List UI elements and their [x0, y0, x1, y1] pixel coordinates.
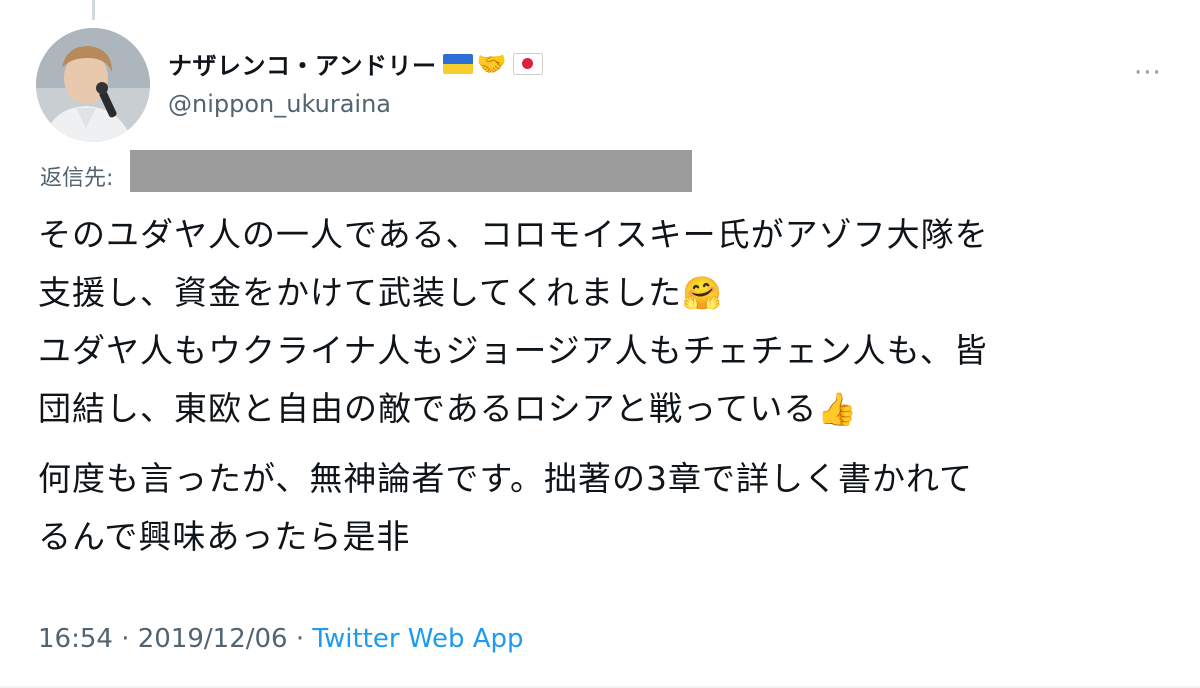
meta-separator: · [112, 624, 138, 654]
meta-separator-2: · [287, 624, 313, 654]
tweet-line-2: 支援し、資金をかけて武装してくれました🤗 [38, 264, 1178, 322]
tweet-line-5: 何度も言ったが、無神論者です。拙著の3章で詳しく書かれて [38, 459, 974, 498]
more-icon[interactable]: ··· [1134, 58, 1162, 88]
tweet-line-6: るんで興味あったら是非 [38, 517, 411, 556]
tweet-date[interactable]: 2019/12/06 [138, 624, 288, 654]
display-name-text: ナザレンコ・アンドリー [168, 52, 437, 80]
avatar-image [36, 28, 150, 142]
tweet-line-4: 団結し、東欧と自由の敵であるロシアと戦っている👍 [38, 380, 1178, 438]
hug-emoji-icon: 🤗 [682, 274, 723, 312]
tweet-line-1: そのユダヤ人の一人である、コロモイスキー氏がアゾフ大隊を [38, 215, 989, 254]
display-name[interactable]: ナザレンコ・アンドリー 🤝 [168, 46, 543, 81]
redacted-reply-target [130, 150, 692, 192]
tweet-line-3: ユダヤ人もウクライナ人もジョージア人もチェチェン人も、皆 [38, 331, 988, 370]
tweet-source-link[interactable]: Twitter Web App [312, 624, 523, 654]
tweet-body: そのユダヤ人の一人である、コロモイスキー氏がアゾフ大隊を 支援し、資金をかけて武… [38, 206, 1178, 566]
tweet-meta: 16:54 · 2019/12/06 · Twitter Web App [38, 624, 524, 654]
user-handle[interactable]: @nippon_ukuraina [168, 90, 391, 118]
thumbs-up-emoji-icon: 👍 [817, 390, 859, 428]
ukraine-flag-icon [442, 53, 473, 74]
japan-flag-icon [512, 52, 543, 75]
avatar[interactable] [36, 28, 150, 142]
tweet-line-4-text: 団結し、東欧と自由の敵であるロシアと戦っている [38, 389, 818, 428]
thread-line [92, 0, 95, 20]
tweet-time[interactable]: 16:54 [38, 624, 113, 654]
reply-to-label: 返信先: [40, 166, 114, 191]
tweet-line-2-text: 支援し、資金をかけて武装してくれました [38, 273, 683, 312]
handshake-icon: 🤝 [476, 49, 507, 78]
